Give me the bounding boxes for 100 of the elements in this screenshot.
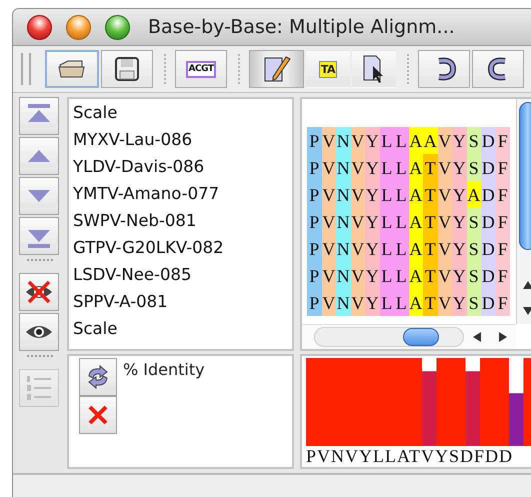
select-button[interactable] xyxy=(352,50,396,88)
residue: N xyxy=(336,289,350,316)
save-button[interactable] xyxy=(101,50,153,88)
residue: V xyxy=(322,181,336,208)
residue: S xyxy=(466,262,481,289)
residue: V xyxy=(350,235,365,262)
residue: A xyxy=(408,127,423,154)
residue: V xyxy=(322,127,336,154)
sequence-name[interactable]: Scale xyxy=(73,317,292,344)
residue: T xyxy=(423,181,438,208)
horizontal-scrollbar[interactable] xyxy=(302,324,516,349)
residue: A xyxy=(423,127,438,154)
residue: V xyxy=(322,208,336,235)
residue: Y xyxy=(365,262,380,289)
residue: V xyxy=(438,154,452,181)
annotation-label: % Identity xyxy=(123,360,205,379)
move-bottom-button[interactable] xyxy=(19,217,59,255)
folder-icon xyxy=(58,59,86,79)
residue: F xyxy=(496,289,510,316)
residue: N xyxy=(336,208,350,235)
scroll-left-icon[interactable] xyxy=(473,332,481,342)
residue: N xyxy=(336,262,350,289)
residue: Y xyxy=(452,235,466,262)
residue: P xyxy=(307,289,322,316)
sequence-name[interactable]: YMTV-Amano-077 xyxy=(73,182,292,209)
close-button[interactable] xyxy=(27,14,52,40)
sequence-name[interactable]: GTPV-G20LKV-082 xyxy=(73,236,292,263)
residue: T xyxy=(423,235,438,262)
residue: D xyxy=(481,289,496,316)
residue: L xyxy=(380,235,394,262)
sequence-name[interactable]: Scale xyxy=(73,101,292,128)
sequence-icon: ACGT xyxy=(186,60,216,78)
residue: D xyxy=(481,127,496,154)
move-down-button[interactable] xyxy=(19,177,59,215)
residue: Y xyxy=(365,208,380,235)
cross-icon xyxy=(87,404,109,426)
residue: Y xyxy=(452,127,466,154)
crossed-eye-icon xyxy=(24,278,54,306)
sequence-name[interactable]: LSDV-Nee-085 xyxy=(73,263,292,290)
scroll-down-icon[interactable] xyxy=(522,307,531,315)
residue: S xyxy=(466,208,481,235)
move-up-button[interactable] xyxy=(19,137,59,175)
residue: F xyxy=(496,181,510,208)
residue: N xyxy=(336,154,350,181)
sequence-button[interactable]: ACGT xyxy=(175,50,227,88)
residue: L xyxy=(394,154,408,181)
sequence-name[interactable]: SPPV-A-081 xyxy=(73,290,292,317)
hide-button[interactable] xyxy=(19,273,59,311)
residue: A xyxy=(408,208,423,235)
residue: A xyxy=(466,181,481,208)
residue: V xyxy=(438,181,452,208)
residue: V xyxy=(438,235,452,262)
sequence-name[interactable]: MYXV-Lau-086 xyxy=(73,128,292,155)
residue: T xyxy=(423,289,438,316)
zoom-button[interactable] xyxy=(105,14,130,40)
residue: L xyxy=(380,127,394,154)
residue: V xyxy=(438,127,452,154)
residue: T xyxy=(423,154,438,181)
residue: Y xyxy=(365,289,380,316)
residue: V xyxy=(322,289,336,316)
edit-button[interactable] xyxy=(249,50,304,88)
numbered-list-icon xyxy=(24,373,54,403)
delete-button[interactable] xyxy=(79,396,117,434)
scroll-up-icon[interactable] xyxy=(522,281,531,289)
residue: V xyxy=(322,235,336,262)
residue: T xyxy=(423,208,438,235)
move-top-button[interactable] xyxy=(19,97,59,135)
scroll-thumb[interactable] xyxy=(403,328,439,346)
residue: A xyxy=(408,235,423,262)
show-button[interactable] xyxy=(19,313,59,351)
residue: T xyxy=(423,262,438,289)
undo-button[interactable] xyxy=(418,50,470,88)
residue: A xyxy=(408,289,423,316)
residue: D xyxy=(481,154,496,181)
residue: V xyxy=(350,262,365,289)
residue: N xyxy=(336,235,350,262)
scroll-right-icon[interactable] xyxy=(499,332,507,342)
residue: V xyxy=(322,154,336,181)
residue: D xyxy=(481,181,496,208)
refresh-button[interactable] xyxy=(79,358,117,396)
residue: Y xyxy=(365,181,380,208)
residue: V xyxy=(350,154,365,181)
residue: F xyxy=(496,127,510,154)
residue: S xyxy=(466,127,481,154)
sequence-name[interactable]: YLDV-Davis-086 xyxy=(73,155,292,182)
residue: F xyxy=(496,235,510,262)
open-button[interactable] xyxy=(45,50,99,88)
residue: P xyxy=(307,154,322,181)
toolbar-grip[interactable] xyxy=(21,53,31,85)
sequence-name[interactable]: SWPV-Neb-081 xyxy=(73,209,292,236)
residue: A xyxy=(408,154,423,181)
minimize-button[interactable] xyxy=(66,14,91,40)
residue: Y xyxy=(365,154,380,181)
residue: S xyxy=(466,154,481,181)
residue: D xyxy=(481,208,496,235)
residue: L xyxy=(380,208,394,235)
redo-button[interactable] xyxy=(472,50,524,88)
translate-button[interactable]: TA xyxy=(306,50,350,88)
residue: Y xyxy=(452,289,466,316)
residue: V xyxy=(438,289,452,316)
